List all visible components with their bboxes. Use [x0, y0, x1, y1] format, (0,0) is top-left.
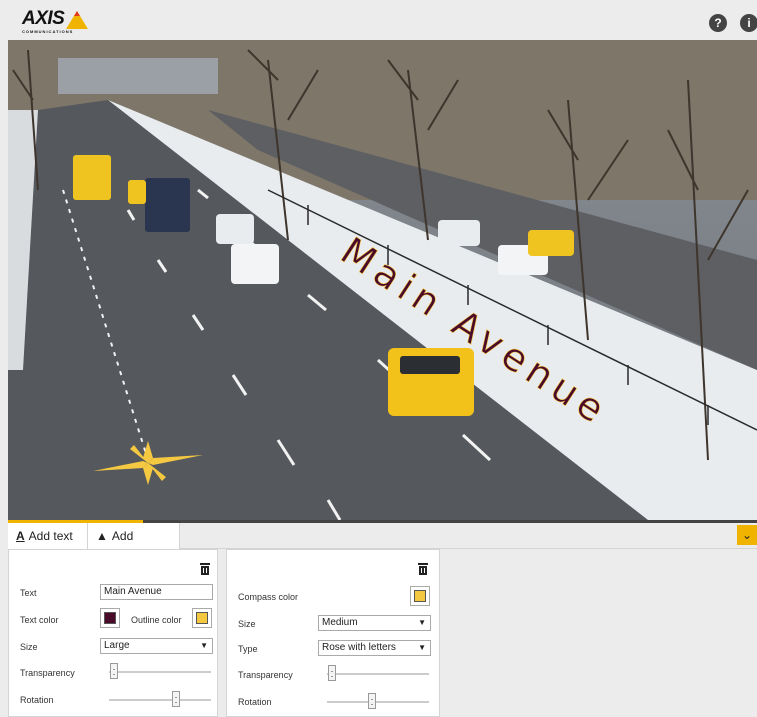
chevron-down-icon: ⌄: [741, 528, 753, 542]
axis-logo: AXIS COMMUNICATIONS: [22, 9, 88, 34]
outline-color-button[interactable]: [192, 608, 212, 628]
size-select-value: Large: [104, 640, 130, 651]
top-bar: AXIS COMMUNICATIONS ? i: [0, 0, 757, 40]
compass-rotation-handle[interactable]: [368, 693, 376, 709]
text-color-label: Text color: [20, 615, 59, 625]
delete-compass-overlay-icon[interactable]: [417, 562, 429, 575]
text-label: Text: [20, 588, 37, 598]
text-rotation-track[interactable]: [109, 699, 211, 701]
compass-overlay-panel: Compass color Size Medium ▼ Type Rose wi…: [226, 549, 440, 717]
compass-color-button[interactable]: [410, 586, 430, 606]
outline-color-label: Outline color: [131, 615, 182, 625]
text-color-button[interactable]: [100, 608, 120, 628]
delete-text-overlay-icon[interactable]: [199, 562, 211, 575]
compass-rotation-track[interactable]: [327, 701, 429, 703]
size-label: Size: [20, 642, 38, 652]
camera-view[interactable]: Main Avenue: [8, 40, 757, 520]
compass-size-label: Size: [238, 619, 256, 629]
overlay-tab-bar: AAdd text ▲Add compass ⌄: [8, 523, 757, 569]
compass-color-label: Compass color: [238, 592, 299, 602]
text-color-swatch: [104, 612, 116, 624]
compass-type-value: Rose with letters: [322, 642, 396, 653]
tab-add-text[interactable]: A Add text: [8, 523, 88, 549]
size-select[interactable]: Large ▼: [100, 638, 213, 654]
text-underline-icon: A: [16, 529, 25, 543]
rotation-label: Rotation: [20, 695, 54, 705]
text-transparency-track[interactable]: [109, 671, 211, 673]
select-arrow-icon: ▼: [418, 643, 426, 652]
outline-color-swatch: [196, 612, 208, 624]
compass-arrow-icon: ▲: [96, 529, 108, 543]
compass-color-swatch: [414, 590, 426, 602]
compass-size-select[interactable]: Medium ▼: [318, 615, 431, 631]
logo-subtext: COMMUNICATIONS: [22, 29, 74, 34]
select-arrow-icon: ▼: [418, 618, 426, 627]
tab-add-text-label: Add text: [28, 529, 73, 543]
logo-triangle-icon: [66, 11, 88, 29]
text-input[interactable]: Main Avenue: [100, 584, 213, 600]
info-icon[interactable]: i: [740, 14, 757, 32]
compass-rotation-label: Rotation: [238, 697, 272, 707]
tab-add-compass[interactable]: ▲Add compass: [88, 523, 180, 569]
select-arrow-icon: ▼: [200, 641, 208, 650]
text-overlay-panel: Text Main Avenue Text color Outline colo…: [8, 549, 218, 717]
text-transparency-handle[interactable]: [110, 663, 118, 679]
help-icon[interactable]: ?: [709, 14, 727, 32]
transparency-label: Transparency: [20, 668, 75, 678]
compass-transparency-handle[interactable]: [328, 665, 336, 681]
compass-transparency-label: Transparency: [238, 670, 293, 680]
compass-type-select[interactable]: Rose with letters ▼: [318, 640, 431, 656]
compass-type-label: Type: [238, 644, 258, 654]
collapse-panel-button[interactable]: ⌄: [737, 525, 757, 545]
compass-transparency-track[interactable]: [327, 673, 429, 675]
street-scene-image: Main Avenue: [8, 40, 757, 520]
compass-size-value: Medium: [322, 617, 358, 628]
panel-gap: [218, 549, 226, 717]
text-rotation-handle[interactable]: [172, 691, 180, 707]
